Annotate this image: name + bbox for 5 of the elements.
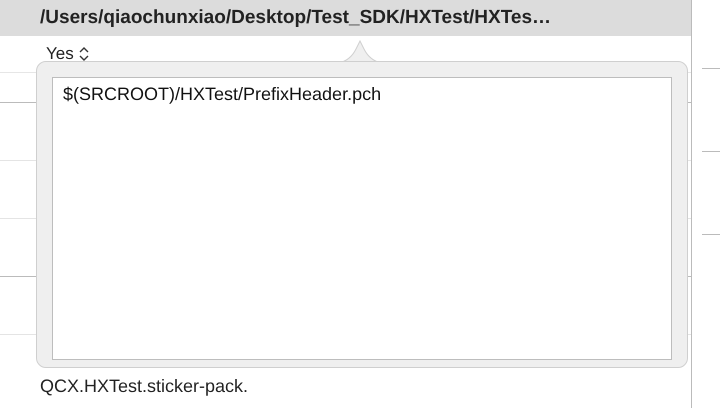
- stepper-icon[interactable]: [78, 46, 90, 62]
- file-path: /Users/qiaochunxiao/Desktop/Test_SDK/HXTest/HXTes…: [40, 7, 552, 29]
- setting-value[interactable]: Yes: [46, 44, 74, 64]
- bundle-identifier: QCX.HXTest.sticker-pack.: [40, 376, 248, 396]
- text-area[interactable]: $(SRCROOT)/HXTest/PrefixHeader.pch: [52, 77, 672, 360]
